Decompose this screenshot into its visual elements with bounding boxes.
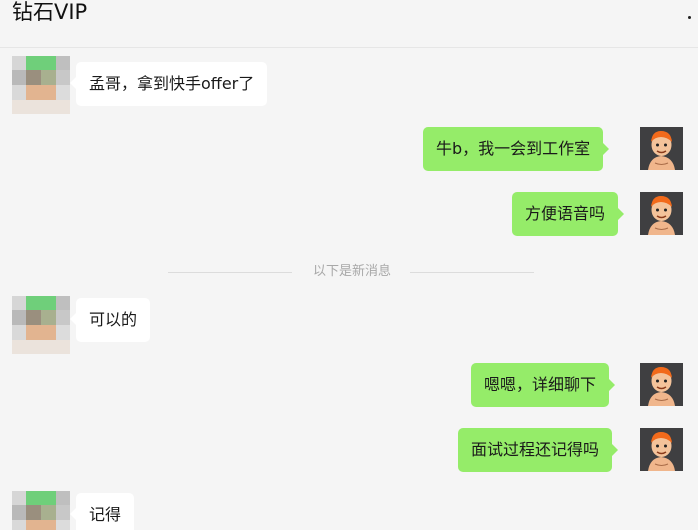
pixelated-avatar-icon <box>12 56 70 114</box>
message-text: 面试过程还记得吗 <box>471 440 600 459</box>
message-text: 记得 <box>89 505 122 524</box>
my-avatar[interactable] <box>640 363 683 406</box>
contact-avatar[interactable] <box>12 296 70 354</box>
message-bubble-incoming[interactable]: 记得 <box>69 493 135 530</box>
message-bubble-incoming[interactable]: 孟哥，拿到快手offer了 <box>69 62 268 106</box>
cartoon-character-icon <box>640 428 683 471</box>
message-text: 方便语音吗 <box>525 204 606 223</box>
divider-line-left <box>168 272 292 273</box>
message-text: 嗯嗯，详细聊下 <box>484 375 597 394</box>
more-button[interactable] <box>682 0 696 30</box>
new-messages-divider: 以下是新消息 <box>312 264 391 279</box>
chat-header: 钻石VIP <box>0 0 698 48</box>
message-text: 可以的 <box>89 310 138 329</box>
cartoon-character-icon <box>640 192 683 235</box>
contact-avatar[interactable] <box>12 491 70 530</box>
contact-avatar[interactable] <box>12 56 70 114</box>
my-avatar[interactable] <box>640 428 683 471</box>
message-bubble-outgoing[interactable]: 面试过程还记得吗 <box>458 428 619 472</box>
cartoon-character-icon <box>640 127 683 170</box>
message-text: 孟哥，拿到快手offer了 <box>89 74 255 93</box>
my-avatar[interactable] <box>640 192 683 235</box>
message-bubble-incoming[interactable]: 可以的 <box>69 298 151 342</box>
divider-line-right <box>410 272 534 273</box>
message-bubble-outgoing[interactable]: 方便语音吗 <box>512 192 625 236</box>
cartoon-character-icon <box>640 363 683 406</box>
pixelated-avatar-icon <box>12 491 70 530</box>
chat-window: 钻石VIP 孟哥，拿到快手offer了 牛b，我一会到工作室 方便语音吗 以下是… <box>0 0 698 530</box>
message-bubble-outgoing[interactable]: 牛b，我一会到工作室 <box>423 127 610 171</box>
pixelated-avatar-icon <box>12 296 70 354</box>
message-text: 牛b，我一会到工作室 <box>436 139 591 158</box>
chat-title: 钻石VIP <box>12 0 88 24</box>
message-bubble-outgoing[interactable]: 嗯嗯，详细聊下 <box>471 363 616 407</box>
my-avatar[interactable] <box>640 127 683 170</box>
more-dots-icon <box>688 16 691 19</box>
